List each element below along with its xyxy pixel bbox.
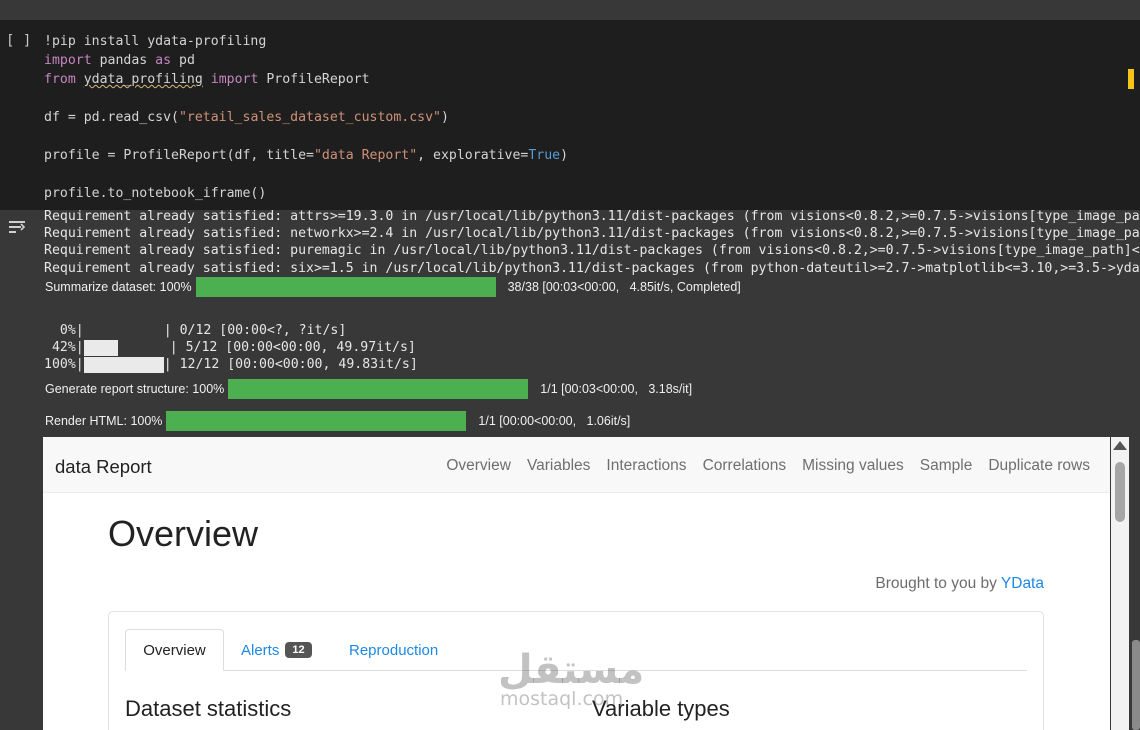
tqdm-stats: | 12/12 [00:00<00:00, 49.83it/s] (163, 357, 418, 373)
report-navbar: data Report Overview Variables Interaction… (43, 437, 1110, 493)
nav-link-duplicate-rows[interactable]: Duplicate rows (988, 457, 1090, 475)
top-toolbar-strip (0, 0, 1140, 20)
code-line[interactable]: df = pd.read_csv("retail_sales_dataset_c… (44, 108, 568, 127)
brought-by-prefix: Brought to you by (875, 575, 1001, 592)
pip-output-log: Requirement already satisfied: attrs>=19… (44, 210, 1140, 277)
render-progress: Render HTML: 100% 1/1 [00:00<00:00, 1.06… (45, 411, 630, 431)
code-token: ProfileReport (258, 72, 370, 87)
code-token: pd (171, 53, 195, 68)
report-nav-links: Overview Variables Interactions Correlation… (446, 457, 1090, 475)
nav-link-sample[interactable]: Sample (920, 457, 973, 475)
tqdm-row: 100%| | 12/12 [00:00<00:00, 49.83it/s] (44, 356, 418, 374)
summarize-progress: Summarize dataset: 100% 38/38 [00:03<00:… (45, 277, 741, 297)
run-cell-button[interactable]: [ ] (6, 33, 31, 49)
dataset-statistics-heading: Dataset statistics (125, 696, 292, 721)
code-token: ) (560, 148, 569, 163)
nav-link-missing-values[interactable]: Missing values (802, 457, 904, 475)
structure-bar (228, 379, 529, 399)
structure-progress: Generate report structure: 100% 1/1 [00:… (45, 379, 692, 399)
page-scroll-thumb[interactable] (1132, 640, 1140, 730)
code-token: df = pd.read_csv( (44, 110, 179, 125)
code-token: import (210, 72, 259, 87)
editor-cursor-marker (1128, 69, 1134, 89)
code-line[interactable]: !pip install ydata-profiling (44, 32, 568, 51)
code-line[interactable] (44, 127, 568, 146)
nav-link-correlations[interactable]: Correlations (703, 457, 787, 475)
tqdm-bar-fill (83, 340, 118, 357)
code-token: as (155, 53, 172, 68)
log-line: Requirement already satisfied: six>=1.5 … (44, 260, 1140, 276)
code-cell[interactable]: [ ] !pip install ydata-profiling import p… (0, 20, 1140, 210)
tqdm-bar-track (83, 339, 170, 357)
code-token: True (528, 148, 561, 163)
tqdm-percent: 0%| (44, 323, 84, 338)
code-token: , explorative= (417, 148, 529, 163)
render-label: Render HTML: 100% (45, 414, 163, 428)
tab-reproduction[interactable]: Reproduction (349, 629, 438, 671)
code-line[interactable]: profile = ProfileReport(df, title="data … (44, 146, 568, 165)
tqdm-stats: | 0/12 [00:00<?, ?it/s] (163, 323, 347, 338)
tqdm-row: 0%| | 0/12 [00:00<?, ?it/s] (44, 322, 418, 339)
tqdm-bar-track (83, 356, 164, 374)
alerts-count-badge: 12 (285, 642, 312, 658)
tab-alerts-label: Alerts (241, 641, 280, 659)
output-toggle-icon[interactable] (7, 218, 29, 236)
code-line[interactable] (44, 89, 568, 108)
code-line[interactable]: profile.to_notebook_iframe() (44, 184, 568, 203)
structure-label: Generate report structure: 100% (45, 382, 225, 396)
tqdm-progress-log: 0%| | 0/12 [00:00<?, ?it/s] 42%| | 5/12 [0… (44, 322, 418, 374)
page-title: Overview (108, 513, 259, 554)
render-stats: 1/1 [00:00<00:00, 1.06it/s] (478, 414, 631, 428)
code-token: from (44, 72, 76, 87)
code-token: "retail_sales_dataset_custom.csv" (178, 110, 441, 125)
code-token: ydata_profiling (83, 72, 203, 87)
log-line: Requirement already satisfied: puremagic… (44, 243, 1140, 259)
code-line[interactable] (44, 165, 568, 184)
code-token: ) (441, 110, 449, 125)
scroll-up-icon[interactable] (1113, 441, 1127, 450)
summarize-bar (195, 277, 496, 297)
tqdm-stats: | 5/12 [00:00<00:00, 49.97it/s] (169, 340, 416, 356)
watermark-arabic: مستقل (498, 647, 645, 693)
code-line[interactable]: import pandas as pd (44, 51, 568, 70)
nav-link-interactions[interactable]: Interactions (606, 457, 686, 475)
code-token: "data Report" (313, 148, 418, 163)
code-token: !pip install ydata-profiling (44, 34, 267, 49)
nav-link-variables[interactable]: Variables (527, 457, 590, 475)
summarize-stats: 38/38 [00:03<00:00, 4.85it/s, Completed] (507, 280, 741, 294)
code-token: import (44, 53, 92, 68)
iframe-scrollbar[interactable] (1111, 437, 1129, 730)
structure-stats: 1/1 [00:03<00:00, 3.18s/it] (540, 382, 693, 396)
watermark-latin: mostaql.com (500, 688, 624, 710)
iframe-scroll-thumb[interactable] (1115, 462, 1125, 522)
tqdm-percent: 100%| (44, 357, 84, 373)
code-token: profile.to_notebook_iframe() (44, 186, 267, 201)
watermark-logo: مستقل mostaql.com (498, 648, 644, 710)
code-token: pandas (91, 53, 156, 68)
report-brand[interactable]: data Report (55, 456, 152, 478)
render-bar (166, 411, 467, 431)
log-line: Requirement already satisfied: networkx>… (44, 226, 1140, 242)
tqdm-row: 42%| | 5/12 [00:00<00:00, 49.97it/s] (44, 339, 418, 357)
tab-overview[interactable]: Overview (125, 629, 224, 671)
nav-link-overview[interactable]: Overview (446, 457, 511, 475)
tqdm-bar-fill (83, 357, 164, 374)
tab-alerts[interactable]: Alerts 12 (241, 629, 312, 671)
tqdm-percent: 42%| (44, 340, 84, 356)
ydata-link[interactable]: YData (1001, 575, 1044, 592)
code-line[interactable]: from ydata_profiling import ProfileRepor… (44, 70, 568, 89)
code-editor[interactable]: !pip install ydata-profiling import panda… (44, 32, 568, 203)
code-token: profile = ProfileReport(df, title= (44, 148, 314, 163)
summarize-label: Summarize dataset: 100% (45, 280, 192, 294)
brought-by-text: Brought to you by YData (875, 575, 1044, 593)
tqdm-bar-track (84, 322, 164, 339)
log-line: Requirement already satisfied: attrs>=19… (44, 210, 1140, 224)
